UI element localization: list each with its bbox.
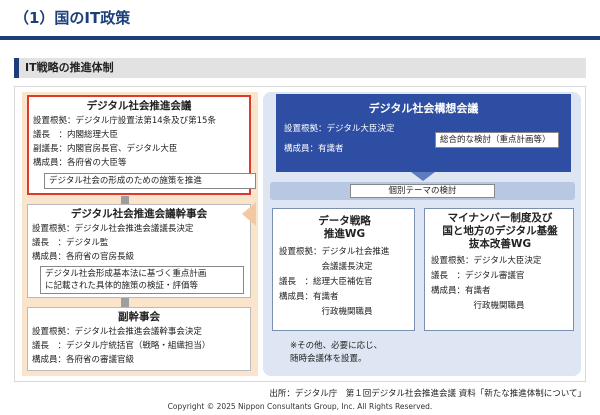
wg-data-line: 設置根拠：デジタル社会推進 — [279, 247, 390, 257]
concept-council-highlight: 総合的な検討（重点計画等） — [435, 132, 559, 148]
concept-council-title: デジタル社会構想会議 — [368, 102, 479, 115]
note-line: ※その他、必要に応じ、 — [290, 341, 383, 351]
secretariat-line: 設置根拠：デジタル社会推進会議議長決定 — [32, 224, 194, 234]
page-title: （1）国のIT政策 — [14, 9, 131, 27]
wg-mynumber-line: 構成員：有識者 — [431, 286, 491, 296]
source-note: 出所：デジタル庁 第１回デジタル社会推進会議 資料「新たな推進体制について」 — [269, 389, 586, 399]
vice-secretariat-line: 設置根拠：デジタル社会推進会議幹事会決定 — [32, 327, 202, 337]
wg-mynumber-title: 抜本改善WG — [468, 238, 532, 250]
secretariat-line: 構成員：各府省の官房長級 — [32, 252, 135, 262]
wg-data-title: データ戦略 — [318, 215, 371, 227]
arrow-left-icon — [242, 202, 256, 226]
council-highlight: デジタル社会の形成のための施策を推進 — [44, 173, 256, 189]
wg-mynumber-line: 議長 ：デジタル審議官 — [431, 271, 525, 281]
vice-secretariat-box: 副幹事会 設置根拠：デジタル社会推進会議幹事会決定 議長 ：デジタル庁統括官（戦… — [27, 307, 251, 371]
council-title: デジタル社会推進会議 — [86, 100, 192, 112]
secretariat-title: デジタル社会推進会議幹事会 — [70, 208, 208, 220]
wg-mynumber-title: マイナンバー制度及び — [447, 212, 553, 224]
wg-mynumber-line: 設置根拠：デジタル大臣決定 — [431, 256, 542, 266]
note-line: 随時会議体を設置。 — [290, 354, 367, 364]
wg-data-strategy-box: データ戦略 推進WG 設置根拠：デジタル社会推進 会議議長決定 議長 ：総理大臣… — [272, 208, 415, 331]
council-line: 構成員：各府省の大臣等 — [33, 158, 127, 168]
theme-label: 個別テーマの検討 — [350, 184, 495, 198]
council-line: 副議長：内閣官房長官、デジタル大臣 — [33, 144, 178, 154]
council-line: 設置根拠：デジタル庁設置法第14条及び第15条 — [33, 116, 216, 126]
wg-data-line: 構成員：有識者 — [279, 292, 339, 302]
concept-council-line: 設置根拠：デジタル大臣決定 — [284, 124, 395, 134]
council-line: 議長 ：内閣総理大臣 — [33, 130, 119, 140]
wg-mynumber-title: 国と地方のデジタル基盤 — [442, 225, 558, 237]
secretariat-highlight-line: に記載された具体的施策の検証・評価等 — [45, 281, 199, 291]
vice-secretariat-line: 議長 ：デジタル庁統括官（戦略・組織担当） — [32, 341, 211, 351]
copyright: Copyright © 2025 Nippon Consultants Grou… — [167, 402, 433, 411]
vice-secretariat-title: 副幹事会 — [118, 311, 160, 323]
secretariat-highlight-line: デジタル社会形成基本法に基づく重点計画 — [45, 269, 207, 279]
wg-data-line: 会議議長決定 — [279, 262, 373, 272]
title-divider — [0, 36, 600, 40]
secretariat-highlight: デジタル社会形成基本法に基づく重点計画 に記載された具体的施策の検証・評価等 — [40, 266, 244, 294]
wg-data-line: 行政機関職員 — [279, 307, 373, 317]
vice-secretariat-line: 構成員：各府省の審議官級 — [32, 355, 135, 365]
connector-council-secretariat — [121, 196, 129, 204]
connector-secretariat-vice — [121, 298, 129, 307]
concept-council-line: 構成員：有識者 — [284, 144, 344, 154]
wg-data-title: 推進WG — [323, 228, 366, 240]
wg-data-line: 議長 ：総理大臣補佐官 — [279, 277, 373, 287]
secretariat-line: 議長 ：デジタル監 — [32, 238, 109, 248]
wg-mynumber-line: 行政機関職員 — [431, 301, 525, 311]
wg-mynumber-box: マイナンバー制度及び 国と地方のデジタル基盤 抜本改善WG 設置根拠：デジタル大… — [424, 208, 574, 331]
note: ※その他、必要に応じ、 随時会議体を設置。 — [290, 340, 382, 366]
section-heading: IT戦略の推進体制 — [14, 58, 586, 78]
arrow-down-icon — [411, 172, 435, 181]
